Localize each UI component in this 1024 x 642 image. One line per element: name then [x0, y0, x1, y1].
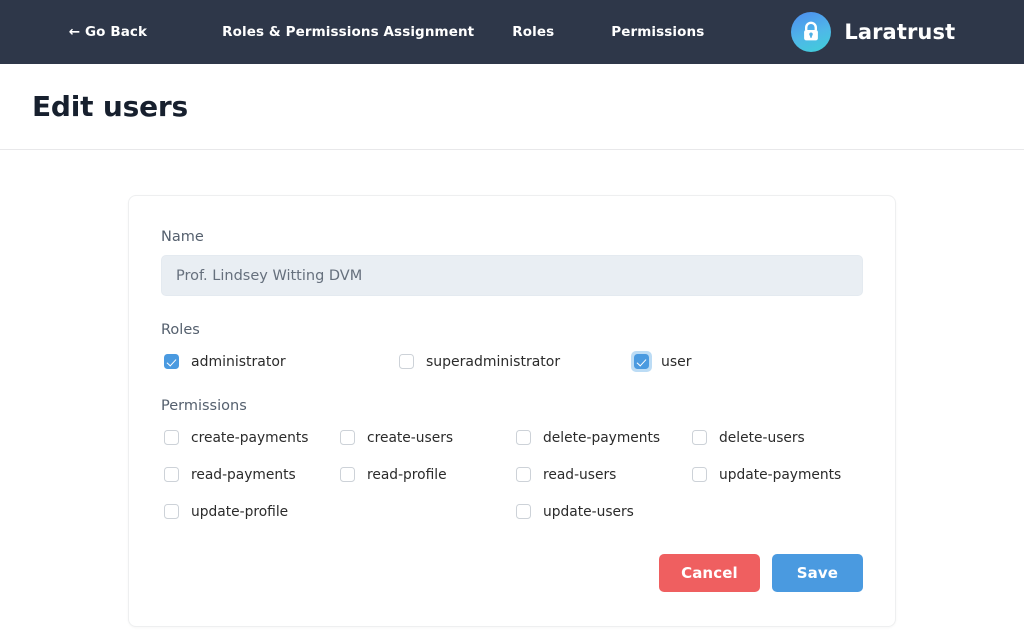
checkbox-focus-ring — [513, 501, 534, 522]
permission-checkbox-create-payments[interactable] — [164, 430, 179, 445]
permission-checkbox-item[interactable]: create-payments — [161, 427, 337, 448]
permission-checkbox-item[interactable]: delete-payments — [513, 427, 689, 448]
permission-checkbox-read-users[interactable] — [516, 467, 531, 482]
permission-label-create-users: create-users — [367, 429, 454, 446]
permission-checkbox-delete-users[interactable] — [692, 430, 707, 445]
lock-icon — [804, 21, 819, 41]
permission-label-update-users: update-users — [543, 503, 634, 520]
role-label-user: user — [661, 353, 692, 370]
name-input[interactable] — [161, 255, 863, 296]
nav-roles[interactable]: Roles — [512, 24, 554, 40]
permission-checkbox-item[interactable]: update-users — [513, 501, 689, 522]
checkbox-focus-ring — [396, 351, 417, 372]
grid-empty-cell — [689, 501, 863, 522]
permission-checkbox-item[interactable]: read-users — [513, 464, 689, 485]
permission-checkbox-item[interactable]: update-payments — [689, 464, 863, 485]
checkbox-focus-ring — [513, 427, 534, 448]
permission-checkbox-item[interactable]: create-users — [337, 427, 513, 448]
permission-label-read-payments: read-payments — [191, 466, 296, 483]
permission-label-update-profile: update-profile — [191, 503, 289, 520]
permission-label-create-payments: create-payments — [191, 429, 309, 446]
nav-permissions[interactable]: Permissions — [611, 24, 704, 40]
role-checkbox-item[interactable]: superadministrator — [396, 351, 631, 372]
checkbox-focus-ring — [161, 351, 182, 372]
role-checkbox-administrator[interactable] — [164, 354, 179, 369]
permission-checkbox-delete-payments[interactable] — [516, 430, 531, 445]
checkbox-focus-ring — [689, 427, 710, 448]
nav-roles-permissions-assignment[interactable]: Roles & Permissions Assignment — [222, 24, 474, 40]
roles-checkbox-grid: administrator superadministrator user — [161, 351, 863, 372]
permission-checkbox-read-profile[interactable] — [340, 467, 355, 482]
save-button[interactable]: Save — [771, 554, 863, 592]
nav-go-back[interactable]: ← Go Back — [69, 24, 147, 40]
permission-label-delete-users: delete-users — [719, 429, 805, 446]
permission-checkbox-item[interactable]: delete-users — [689, 427, 863, 448]
laratrust-logo — [791, 12, 832, 52]
checkbox-focus-ring — [337, 464, 358, 485]
checkbox-focus-ring — [337, 427, 358, 448]
permission-label-update-payments: update-payments — [719, 466, 842, 483]
checkbox-focus-ring — [513, 464, 534, 485]
role-label-administrator: administrator — [191, 353, 286, 370]
permission-label-read-profile: read-profile — [367, 466, 447, 483]
permission-checkbox-update-profile[interactable] — [164, 504, 179, 519]
permissions-checkbox-grid: create-payments create-users delete-paymen… — [161, 427, 863, 522]
permission-checkbox-read-payments[interactable] — [164, 467, 179, 482]
grid-empty-cell — [337, 501, 513, 522]
checkbox-focus-ring — [161, 501, 182, 522]
checkbox-focus-ring — [161, 427, 182, 448]
checkbox-focus-ring — [689, 464, 710, 485]
page-content: Name Roles administrator superadministrat… — [0, 150, 1024, 627]
top-navbar: ← Go Back Roles & Permissions Assignment… — [0, 0, 1024, 64]
permission-checkbox-update-payments[interactable] — [692, 467, 707, 482]
edit-user-card: Name Roles administrator superadministrat… — [128, 195, 896, 627]
role-checkbox-superadministrator[interactable] — [399, 354, 414, 369]
navbar-links: ← Go Back Roles & Permissions Assignment… — [69, 12, 955, 52]
role-checkbox-user[interactable] — [634, 354, 649, 369]
role-checkbox-item[interactable]: user — [631, 351, 863, 372]
checkbox-focus-ring — [161, 464, 182, 485]
roles-label: Roles — [161, 322, 200, 338]
permission-checkbox-create-users[interactable] — [340, 430, 355, 445]
permission-label-read-users: read-users — [543, 466, 617, 483]
permission-label-delete-payments: delete-payments — [543, 429, 661, 446]
cancel-button[interactable]: Cancel — [659, 554, 760, 592]
page-header: Edit users — [0, 64, 1024, 150]
checkbox-focus-ring — [631, 351, 652, 372]
permission-checkbox-item[interactable]: read-profile — [337, 464, 513, 485]
permission-checkbox-item[interactable]: update-profile — [161, 501, 337, 522]
name-label: Name — [161, 229, 204, 245]
page-title: Edit users — [32, 90, 188, 123]
role-label-superadministrator: superadministrator — [426, 353, 561, 370]
permissions-label: Permissions — [161, 398, 247, 414]
permission-checkbox-update-users[interactable] — [516, 504, 531, 519]
brand[interactable]: Laratrust — [791, 12, 955, 52]
permission-checkbox-item[interactable]: read-payments — [161, 464, 337, 485]
brand-name: Laratrust — [844, 20, 956, 44]
role-checkbox-item[interactable]: administrator — [161, 351, 396, 372]
form-actions: Cancel Save — [161, 554, 863, 592]
